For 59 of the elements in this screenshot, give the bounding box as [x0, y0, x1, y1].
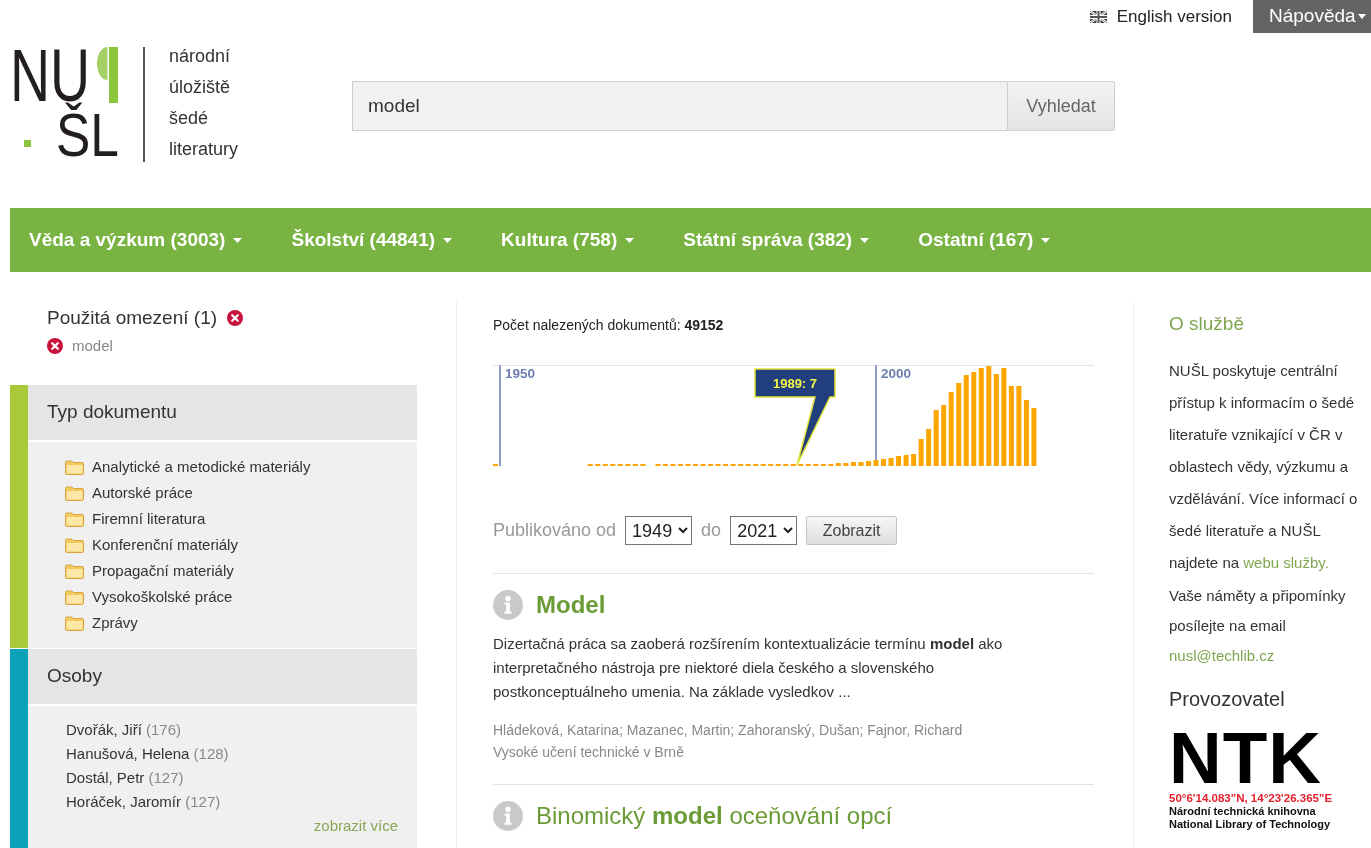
applied-filters-title: Použitá omezení (1)	[47, 307, 218, 329]
folder-icon	[65, 485, 84, 501]
result-institution: Vysoké učení technické v Brně	[493, 743, 685, 762]
operator-logo-name: Národní technická knihovna	[1169, 805, 1316, 818]
caret-icon	[443, 237, 453, 243]
folder-icon	[65, 615, 84, 631]
operator-logo-coordinates: 50°6'14.083"N, 14°23'26.365"E	[1169, 791, 1333, 805]
folder-icon	[65, 537, 84, 553]
facet-filter-link[interactable]: Autorské práce	[65, 480, 193, 506]
logo-wordmark: ŠL	[56, 103, 119, 167]
operator-logo-wordmark: NTK	[1169, 730, 1323, 786]
facet-header: Typ dokumentu	[28, 385, 417, 440]
folder-icon	[65, 563, 84, 579]
person-filter-link[interactable]: Hanušová, Helena (128)	[66, 742, 229, 766]
about-heading: O službě	[1169, 313, 1245, 335]
operator-heading: Provozovatel	[1169, 687, 1286, 711]
facet-filter-link[interactable]: Analytické a metodické materiály	[65, 454, 311, 480]
date-to-label: do	[701, 519, 722, 542]
result-authors: Hládeková, Katarina; Mazanec, Martin; Zahoranský, Dušan; Fajnor, Richard	[493, 721, 964, 740]
facet-filter-link[interactable]: Propagační materiály	[65, 558, 234, 584]
caret-icon	[1041, 237, 1051, 243]
person-filter-link[interactable]: Dvořák, Jiří (176)	[66, 718, 182, 742]
operator-logo-name: National Library of Technology	[1169, 818, 1331, 831]
show-button[interactable]: Zobrazit	[806, 516, 898, 545]
facet-filter-link[interactable]: Firemní literatura	[65, 506, 206, 532]
search-field[interactable]: model	[352, 81, 1007, 131]
year-to-select[interactable]: 2021	[730, 516, 798, 545]
caret-icon	[1357, 14, 1366, 19]
year-label: 1950	[505, 366, 536, 381]
caret-icon	[625, 237, 635, 243]
folder-icon	[65, 511, 84, 527]
result-abstract: Dizertačná práca sa zaoberá rozšírením kontextualizácie termínu model ako interpretačného nástroja pre niektoré diela českého a slovenského postkonceptuálneho umenia. Na základe vysledkov ...	[493, 634, 1004, 702]
year-from-select[interactable]: 1949	[625, 516, 693, 545]
language-link[interactable]: English version	[1089, 3, 1232, 30]
logo-wordmark: NU	[10, 47, 91, 103]
tooltip-label: 1989: 7	[772, 376, 818, 391]
contact-text: Vaše náměty a připomínky posílejte na email nusl@techlib.cz	[1169, 586, 1347, 666]
folder-icon	[65, 589, 84, 605]
caret-icon	[860, 237, 870, 243]
person-filter-link[interactable]: Dostál, Petr (127)	[66, 766, 184, 790]
facet-filter-link[interactable]: Konferenční materiály	[65, 532, 238, 558]
year-label: 2000	[881, 366, 912, 381]
result-count-text: Počet nalezených dokumentů: 49152	[493, 316, 725, 334]
pilcrow-icon	[97, 47, 119, 103]
filter-label: model	[72, 336, 113, 356]
remove-icon[interactable]	[227, 310, 244, 326]
help-menu-button[interactable]: Nápověda	[1253, 0, 1371, 33]
flag-icon	[1089, 10, 1107, 23]
facet-filter-link[interactable]: Zprávy	[65, 610, 138, 636]
caret-icon	[233, 237, 243, 243]
folder-icon	[65, 459, 84, 475]
facet-filter-link[interactable]: Vysokoškolské práce	[65, 584, 233, 610]
remove-icon[interactable]	[47, 338, 63, 354]
date-from-label: Publikováno od	[493, 519, 617, 542]
search-button[interactable]: Vyhledat	[1007, 81, 1115, 131]
person-filter-link[interactable]: Horáček, Jaromír (127)	[66, 790, 221, 814]
logo-tagline: národní úložiště šedé literatury	[168, 45, 238, 161]
facet-header: Osoby	[28, 649, 417, 704]
about-text: NUŠL poskytuje centrální přístup k informacím o šedé literatuře vznikající v ČR v oblastech vědy, výzkumu a vzdělávání. Více informací o šedé literatuře a NUŠL najdete na webu služby.	[1169, 361, 1359, 573]
